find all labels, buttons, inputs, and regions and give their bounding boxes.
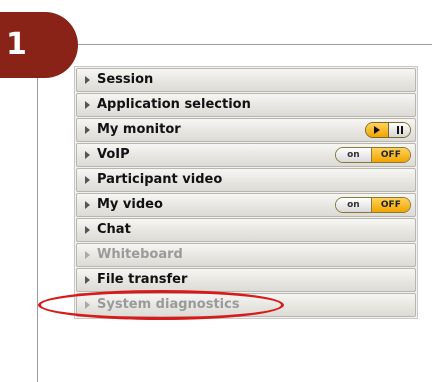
expand-arrow-icon xyxy=(85,201,90,209)
toggle-on-option[interactable]: on xyxy=(336,198,372,212)
play-icon[interactable] xyxy=(366,123,389,137)
panel-item-label: VoIP xyxy=(97,147,130,162)
toggle-off-option[interactable]: OFF xyxy=(371,198,410,212)
expand-arrow-icon xyxy=(85,76,90,84)
expand-arrow-icon xyxy=(85,301,90,309)
pause-icon[interactable] xyxy=(388,123,410,137)
panel-item-label: File transfer xyxy=(97,272,188,287)
panel-item-label: Participant video xyxy=(97,172,223,187)
panel-item-session[interactable]: Session xyxy=(76,68,416,92)
panel-item-file-transfer[interactable]: File transfer xyxy=(76,268,416,292)
expand-arrow-icon xyxy=(85,151,90,159)
panel-item-whiteboard: Whiteboard xyxy=(76,243,416,267)
panel-item-participant-video[interactable]: Participant video xyxy=(76,168,416,192)
panel-item-label: System diagnostics xyxy=(97,297,240,312)
control-panel: Session Application selection My monitor… xyxy=(74,66,418,319)
panel-item-label: Whiteboard xyxy=(97,247,183,262)
panel-item-voip[interactable]: VoIP on OFF xyxy=(76,143,416,167)
expand-arrow-icon xyxy=(85,251,90,259)
panel-item-system-diagnostics: System diagnostics xyxy=(76,293,416,317)
toggle-off-option[interactable]: OFF xyxy=(371,148,410,162)
panel-item-label: My monitor xyxy=(97,122,181,137)
panel-item-label: Application selection xyxy=(97,97,251,112)
panel-item-my-monitor[interactable]: My monitor xyxy=(76,118,416,142)
panel-item-chat[interactable]: Chat xyxy=(76,218,416,242)
panel-item-label: Chat xyxy=(97,222,131,237)
panel-item-my-video[interactable]: My video on OFF xyxy=(76,193,416,217)
panel-item-application-selection[interactable]: Application selection xyxy=(76,93,416,117)
expand-arrow-icon xyxy=(85,226,90,234)
panel-item-label: Session xyxy=(97,72,154,87)
panel-item-label: My video xyxy=(97,197,163,212)
voip-on-off-toggle[interactable]: on OFF xyxy=(335,147,411,163)
expand-arrow-icon xyxy=(85,276,90,284)
expand-arrow-icon xyxy=(85,176,90,184)
step-number-badge: 1 xyxy=(0,12,78,78)
my-video-on-off-toggle[interactable]: on OFF xyxy=(335,197,411,213)
divider-vertical xyxy=(37,78,38,382)
expand-arrow-icon xyxy=(85,101,90,109)
expand-arrow-icon xyxy=(85,126,90,134)
toggle-on-option[interactable]: on xyxy=(336,148,372,162)
divider-horizontal xyxy=(78,44,432,45)
monitor-play-pause-control[interactable] xyxy=(365,122,411,138)
